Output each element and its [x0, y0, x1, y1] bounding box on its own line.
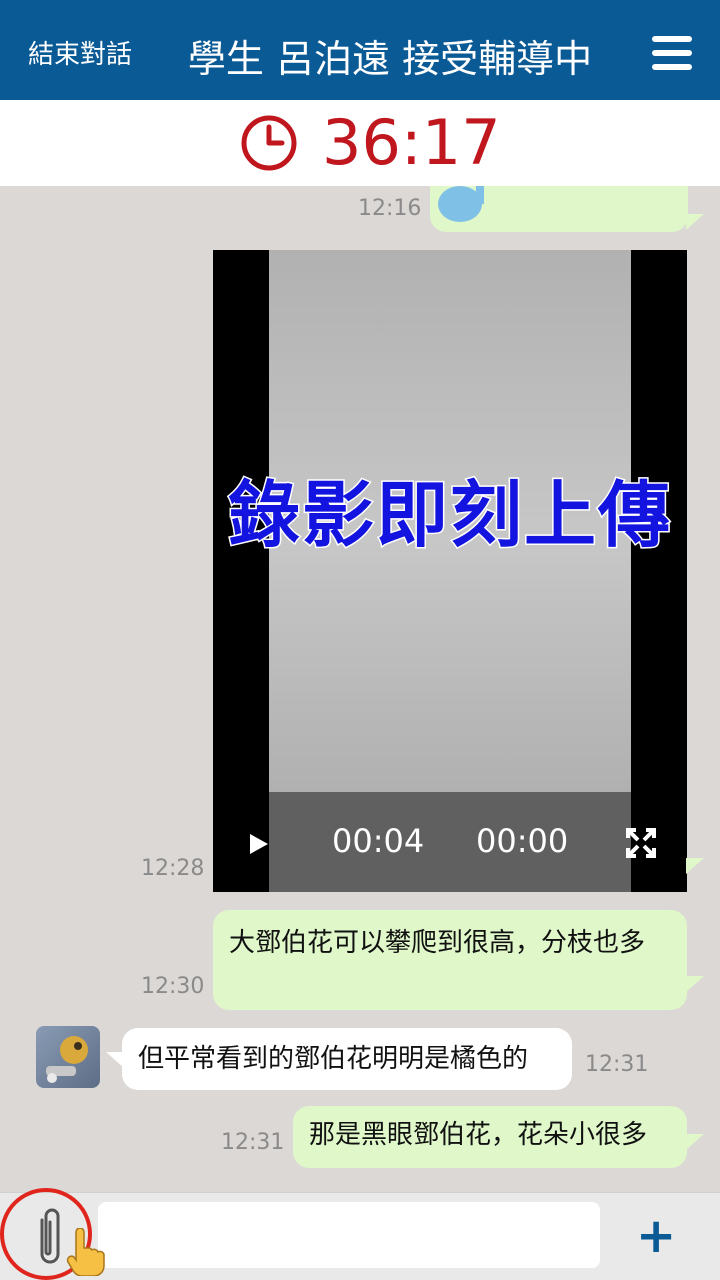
- bubble-tail: [686, 976, 704, 992]
- bubble-tail: [686, 214, 704, 230]
- video-overlay-caption: 錄影即刻上傳: [226, 471, 672, 559]
- message-input[interactable]: [98, 1202, 600, 1268]
- video-elapsed-time: 00:04: [332, 822, 425, 860]
- video-controls: [269, 792, 631, 892]
- add-button[interactable]: +: [636, 1208, 676, 1264]
- pointing-hand-icon: [66, 1228, 105, 1276]
- video-duration: 00:00: [476, 822, 569, 860]
- app-header: 結束對話 學生 呂泊遠 接受輔導中: [0, 0, 720, 100]
- message-time: 12:28: [141, 856, 205, 881]
- message-time: 12:16: [358, 196, 422, 221]
- music-note-icon: [438, 186, 484, 222]
- clock-icon: [241, 115, 297, 171]
- message-time: 12:30: [141, 974, 205, 999]
- message-time: 12:31: [585, 1052, 649, 1077]
- message-time: 12:31: [221, 1130, 285, 1155]
- menu-icon[interactable]: [652, 36, 692, 70]
- play-icon[interactable]: [248, 832, 270, 856]
- fullscreen-icon[interactable]: [626, 828, 656, 858]
- outgoing-message[interactable]: 大鄧伯花可以攀爬到很高，分枝也多: [213, 910, 687, 1010]
- outgoing-message[interactable]: 那是黑眼鄧伯花，花朵小很多: [293, 1106, 687, 1168]
- paperclip-icon[interactable]: [30, 1206, 70, 1270]
- bubble-tail: [686, 858, 704, 874]
- bubble-tail: [686, 1134, 704, 1150]
- countdown-timer: 36:17: [322, 106, 501, 179]
- incoming-message[interactable]: 但平常看到的鄧伯花明明是橘色的: [122, 1028, 572, 1090]
- avatar[interactable]: [36, 1026, 100, 1088]
- video-player[interactable]: 錄影即刻上傳: [213, 250, 687, 892]
- chat-area[interactable]: 12:16 錄影即刻上傳 00:04 00:00 12:28 大鄧伯花可以攀爬到…: [0, 186, 720, 1192]
- page-title: 學生 呂泊遠 接受輔導中: [187, 37, 593, 81]
- image-message[interactable]: [430, 186, 688, 232]
